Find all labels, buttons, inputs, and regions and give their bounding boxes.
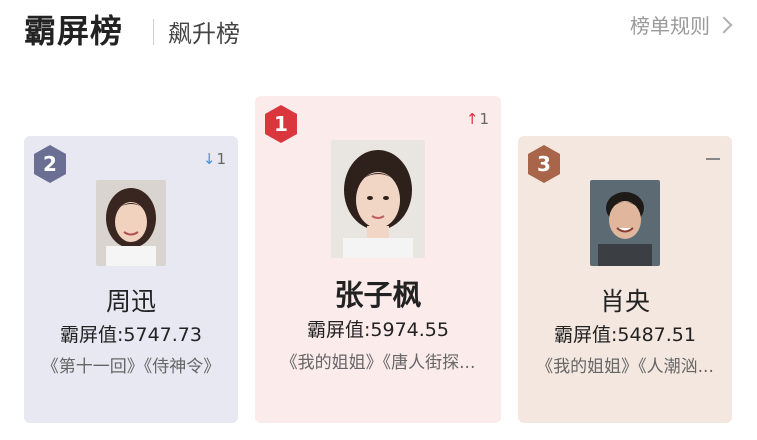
tab-divider — [153, 19, 154, 45]
portrait-image — [331, 140, 425, 258]
star-name: 肖央 — [599, 287, 650, 316]
portrait-image — [96, 180, 166, 266]
star-name: 周迅 — [105, 287, 156, 316]
rank-card-2[interactable]: 2 ↓ 1 周迅 霸屏值:5747.73 《第十一回》《侍神令》 — [24, 136, 238, 423]
score-value: 霸屏值:5974.55 — [307, 319, 449, 341]
rank-number: 2 — [43, 152, 57, 176]
star-name: 张子枫 — [334, 278, 422, 312]
tab-bapingbang[interactable]: 霸屏榜 — [24, 6, 123, 52]
rank-number: 3 — [537, 152, 551, 176]
portrait-image — [590, 180, 660, 266]
works-list: 《第十一回》《侍神令》 — [41, 357, 221, 377]
trend-indicator: ↓ 1 — [203, 150, 226, 168]
rank-badge: 3 — [526, 144, 562, 184]
arrow-down-icon: ↓ — [202, 150, 216, 168]
rank-badge: 1 — [263, 104, 299, 144]
score-value: 霸屏值:5747.73 — [60, 324, 202, 346]
rank-card-3[interactable]: 3 肖央 霸屏值:5487.51 《我的姐姐》《人潮汹... — [518, 136, 732, 423]
arrow-up-icon: ↑ — [465, 110, 479, 128]
rank-number: 1 — [274, 112, 288, 136]
chevron-right-icon — [715, 16, 733, 33]
score-value: 霸屏值:5487.51 — [554, 324, 696, 346]
header: 霸屏榜 飙升榜 榜单规则 — [0, 0, 757, 60]
trend-flat-icon — [706, 158, 720, 160]
trend-value: 1 — [479, 110, 489, 128]
rank-badge: 2 — [32, 144, 68, 184]
works-list: 《我的姐姐》《唐人街探... — [280, 353, 476, 373]
rank-card-1[interactable]: 1 ↑ 1 张子枫 霸屏值:5974.55 《我的姐姐》《唐人街探... — [255, 96, 501, 423]
avatar[interactable] — [331, 140, 425, 258]
works-list: 《我的姐姐》《人潮汹... — [536, 357, 714, 377]
avatar[interactable] — [590, 180, 660, 266]
rules-link[interactable]: 榜单规则 — [630, 10, 733, 39]
trend-value: 1 — [216, 150, 226, 168]
tab-biaoshengbang[interactable]: 飙升榜 — [168, 14, 240, 49]
rules-link-label: 榜单规则 — [630, 14, 710, 38]
avatar[interactable] — [96, 180, 166, 266]
trend-indicator: ↑ 1 — [466, 110, 489, 128]
